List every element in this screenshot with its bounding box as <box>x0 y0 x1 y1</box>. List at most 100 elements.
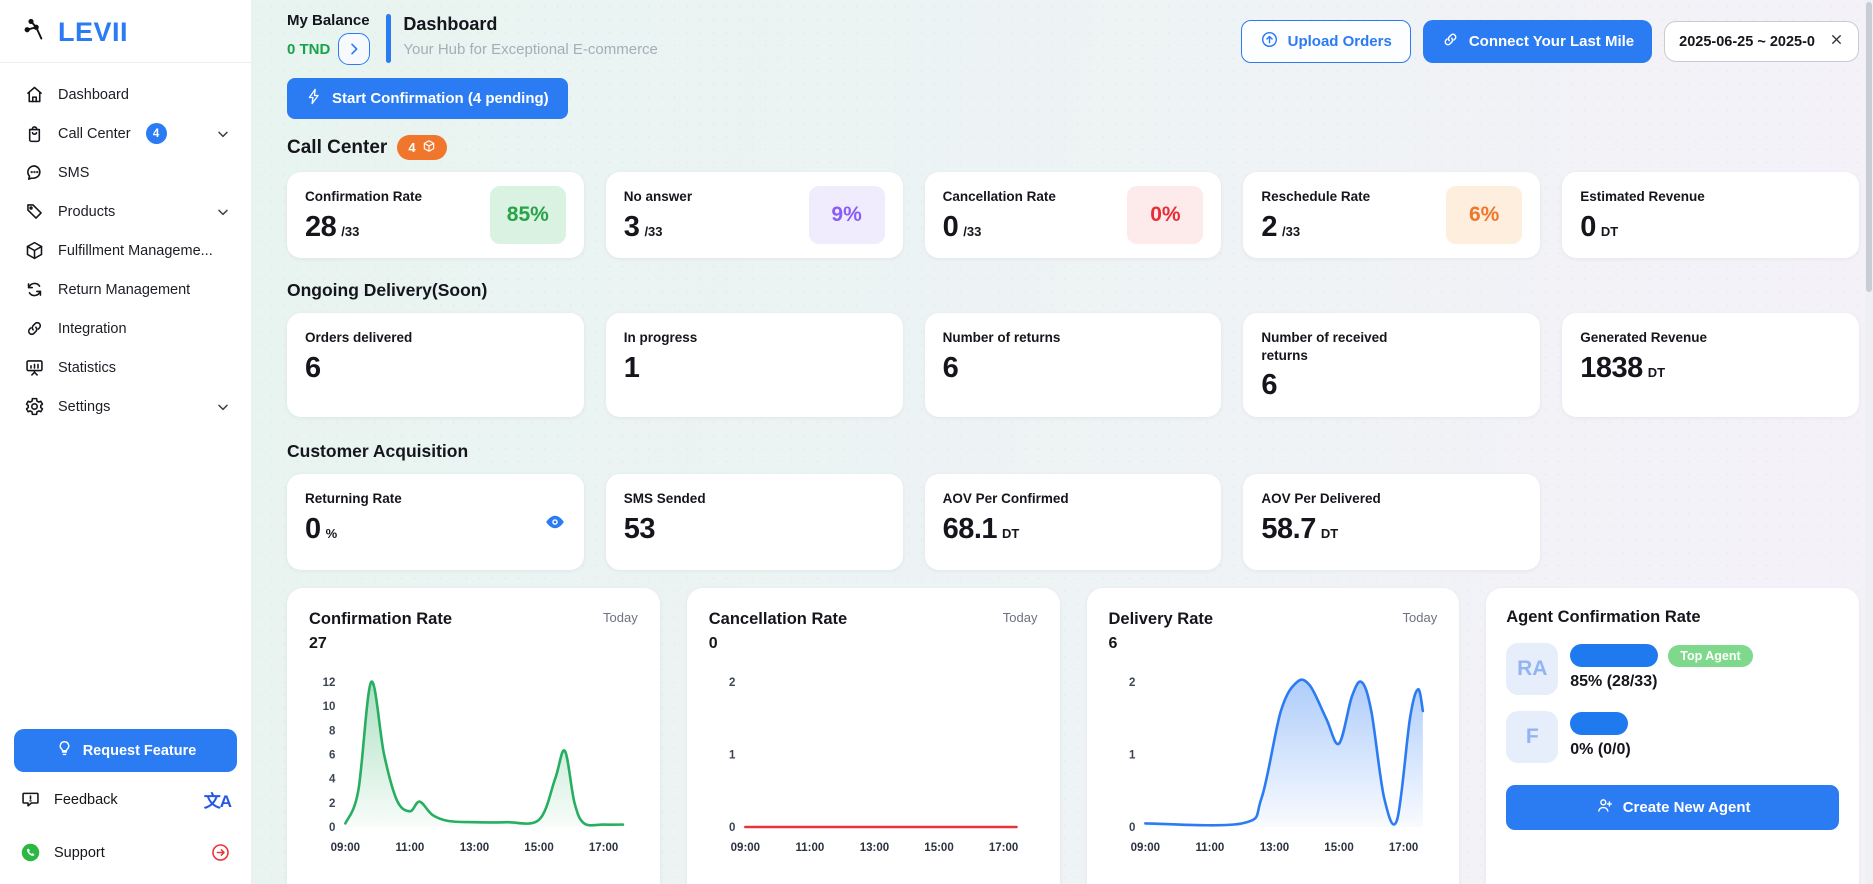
stat-card-value-row: 0% <box>305 514 402 544</box>
topbar-actions: Upload Orders Connect Your Last Mile 202… <box>1240 12 1873 63</box>
svg-text:17:00: 17:00 <box>589 842 618 854</box>
sidebar-item-integration[interactable]: Integration <box>8 309 243 348</box>
app-window: LEVII Dashboard Call Center 4 SMS Products Fu… <box>0 0 1873 884</box>
date-range-picker[interactable]: 2025-06-25 ~ 2025-0 <box>1664 21 1859 62</box>
stat-card-suffix: DT <box>1600 223 1619 239</box>
svg-text:13:00: 13:00 <box>1259 842 1288 854</box>
sidebar-item-label: SMS <box>58 164 90 181</box>
title-accent-bar <box>386 14 392 63</box>
logo[interactable]: LEVII <box>0 0 251 62</box>
whatsapp-icon <box>20 842 41 863</box>
sidebar-item-dashboard[interactable]: Dashboard <box>8 75 243 114</box>
sidebar-item-label: Fulfillment Manageme... <box>58 242 213 259</box>
stat-card-main: AOV Per Confirmed 68.1 DT <box>943 490 1069 544</box>
stat-card-label: Orders delivered <box>305 330 413 345</box>
chevron-down-icon[interactable] <box>215 126 231 142</box>
stat-card-value: 53 <box>623 512 656 545</box>
stat-card-returning-rate: Returning Rate 0% <box>287 474 584 570</box>
stat-card-value-row: 6 <box>1261 371 1429 400</box>
svg-text:2: 2 <box>329 798 335 810</box>
agent-name-redacted-pill <box>1570 712 1629 735</box>
chart-head-left: Cancellation Rate 0 <box>709 610 847 653</box>
customer-cards-row: Returning Rate 0% SMS Sended 53 AOV Per Conf… <box>287 474 1859 570</box>
feedback-item[interactable]: Feedback 文A <box>14 772 237 827</box>
sidebar-item-statistics[interactable]: Statistics <box>8 348 243 387</box>
connect-last-mile-button[interactable]: Connect Your Last Mile <box>1422 20 1653 63</box>
sidebar-item-call-center[interactable]: Call Center 4 <box>8 114 243 153</box>
window-scrollbar[interactable] <box>1865 0 1873 884</box>
upload-orders-label: Upload Orders <box>1287 33 1392 50</box>
stat-card-orders-delivered: Orders delivered 6 <box>287 313 584 417</box>
sidebar-footer: Request Feature Feedback 文A Support <box>0 729 251 884</box>
chart-head: Confirmation Rate 27 Today <box>309 610 638 653</box>
logout-icon[interactable] <box>210 842 231 863</box>
charts-row: Confirmation Rate 27 Today 12 10 8 6 4 2 0 09:00 11… <box>287 588 1859 884</box>
stat-card-value-row: 0 DT <box>1580 212 1705 242</box>
upload-orders-button[interactable]: Upload Orders <box>1240 20 1411 63</box>
ongoing-cards-row: Orders delivered 6 In progress 1 Number of r… <box>287 313 1859 417</box>
clear-date-icon[interactable] <box>1829 32 1844 51</box>
stat-card-suffix: /33 <box>963 223 982 239</box>
delivery-rate-chart-card: Delivery Rate 6 Today 2 1 0 09:00 11:00 13:00 15:… <box>1086 588 1460 884</box>
svg-text:0: 0 <box>1128 822 1134 834</box>
sidebar-item-settings[interactable]: Settings <box>8 387 243 426</box>
stat-card-value: 6 <box>1261 369 1278 402</box>
tag-icon <box>24 201 45 222</box>
balance-expand-button[interactable] <box>338 33 371 65</box>
create-new-agent-button[interactable]: Create New Agent <box>1506 785 1839 830</box>
box-icon <box>24 240 45 261</box>
stat-card-percent-badge: 85% <box>489 186 566 244</box>
link-icon <box>24 318 45 339</box>
eye-icon[interactable] <box>544 511 566 533</box>
scrollbar-thumb[interactable] <box>1866 2 1872 292</box>
svg-text:15:00: 15:00 <box>924 842 953 854</box>
chevron-down-icon[interactable] <box>215 204 231 220</box>
agent-panel-title: Agent Confirmation Rate <box>1506 608 1701 626</box>
stat-card-label: Number of received returns <box>1261 330 1388 363</box>
svg-text:11:00: 11:00 <box>795 842 824 854</box>
stat-card-aov-per-delivered: AOV Per Delivered 58.7 DT <box>1243 474 1541 570</box>
stat-card-confirmation-rate: Confirmation Rate 28/33 85% <box>287 172 584 258</box>
package-icon <box>422 139 436 156</box>
svg-text:09:00: 09:00 <box>331 842 360 854</box>
stat-card-number-of-received-returns: Number of received returns 6 <box>1243 313 1541 417</box>
stat-card-value-row: 6 <box>942 351 1061 384</box>
request-feature-button[interactable]: Request Feature <box>14 729 237 772</box>
sidebar-item-fulfillment-manageme[interactable]: Fulfillment Manageme... <box>8 231 243 270</box>
support-label: Support <box>54 844 105 861</box>
stat-card-label: In progress <box>623 330 698 345</box>
bag-icon <box>24 123 45 144</box>
page-title: Dashboard <box>403 14 498 34</box>
translate-icon[interactable]: 文A <box>204 787 232 812</box>
feedback-label: Feedback <box>54 791 118 808</box>
agent-pills <box>1570 712 1630 735</box>
stat-card-value: 1838 <box>1580 351 1643 384</box>
stat-card-value: 3 <box>623 210 640 243</box>
stat-card-label: Generated Revenue <box>1580 330 1707 345</box>
avatar: F <box>1506 711 1559 763</box>
stat-card-suffix: DT <box>1320 525 1339 541</box>
chart-current-value: 6 <box>1108 635 1118 652</box>
sidebar-item-products[interactable]: Products <box>8 192 243 231</box>
stat-card-suffix: DT <box>1647 364 1666 380</box>
stat-card-suffix: /33 <box>341 223 360 239</box>
sidebar-item-label: Statistics <box>58 359 117 376</box>
levii-logo-icon <box>22 16 49 48</box>
stat-card-value-row: 1 <box>624 353 698 383</box>
customer-section-head: Customer Acquisition <box>287 441 1873 462</box>
support-item[interactable]: Support <box>14 827 237 878</box>
ongoing-section-head: Ongoing Delivery(Soon) <box>287 280 1873 301</box>
stat-card-aov-per-confirmed: AOV Per Confirmed 68.1 DT <box>924 474 1222 570</box>
sidebar-item-return-management[interactable]: Return Management <box>8 270 243 309</box>
chevron-down-icon[interactable] <box>215 399 231 415</box>
stat-card-value-row: 1838 DT <box>1580 351 1707 384</box>
stat-card-value: 6 <box>942 351 959 384</box>
stat-card-main: In progress 1 <box>624 329 698 383</box>
start-confirmation-button[interactable]: Start Confirmation (4 pending) <box>287 78 568 119</box>
sidebar-item-sms[interactable]: SMS <box>8 153 243 192</box>
sidebar-badge: 4 <box>145 123 167 144</box>
stat-card-main: Estimated Revenue 0 DT <box>1580 188 1705 242</box>
chart-head: Delivery Rate 6 Today <box>1109 610 1438 653</box>
stat-card-main: AOV Per Delivered 58.7 DT <box>1261 490 1380 544</box>
agent-info: Top Agent 85% (28/33) <box>1570 643 1753 691</box>
